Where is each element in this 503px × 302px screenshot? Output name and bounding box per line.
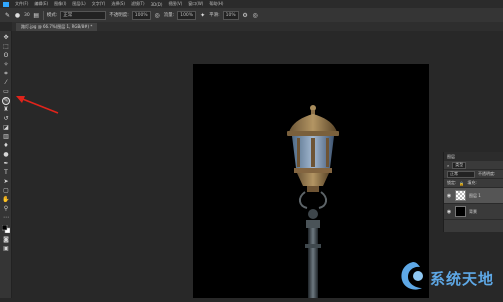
lasso-tool-icon[interactable]: ʘ	[2, 52, 10, 60]
layer-opacity-label: 不透明度:	[478, 171, 496, 176]
menu-layer[interactable]: 图层(L)	[69, 1, 88, 7]
more-tools-icon[interactable]: ⋯	[2, 214, 10, 222]
watermark: 系统天地	[396, 258, 503, 298]
layer-name: 背景	[469, 208, 477, 214]
brush-preset-icon[interactable]: ●	[14, 12, 21, 19]
street-lamp-image	[287, 105, 339, 298]
divider	[42, 10, 44, 20]
layers-panel: 图层 ⌕ 类型 正常 不透明度: 锁定: 🔒 填充: ◉ 图层 1 ◉ 背景	[443, 152, 503, 232]
tools-panel: ✥ ⬚ ʘ ✧ ⌗ ⁄ ▭ ✎ ♜ ↺ ◪ ▥ ♦ ● ✒ T ➤ ▢ ✋ ⚲ …	[0, 31, 12, 298]
smoothing-label: 平滑:	[209, 13, 220, 18]
eye-icon[interactable]: ◉	[446, 193, 452, 199]
brush-tool-icon[interactable]: ✎	[2, 97, 10, 105]
document-tab-bar: 路灯.jpg @ 66.7%(图层 1, RGB/8#) *	[12, 22, 503, 31]
layer-name: 图层 1	[469, 192, 481, 198]
document-tab-title: 路灯.jpg @ 66.7%(图层 1, RGB/8#) *	[21, 24, 93, 29]
lock-icon[interactable]: 🔒	[459, 181, 464, 186]
layer-kind-select[interactable]: 类型	[452, 161, 467, 169]
quick-mask-icon[interactable]: ◙	[2, 236, 10, 244]
eye-icon[interactable]: ◉	[446, 209, 452, 215]
mode-label: 模式:	[46, 13, 58, 18]
screen-mode-icon[interactable]: ▣	[2, 245, 10, 253]
watermark-logo-icon	[401, 262, 423, 290]
fill-label: 填充:	[467, 180, 477, 185]
menu-file[interactable]: 文件(F)	[12, 1, 31, 7]
gradient-tool-icon[interactable]: ▥	[2, 133, 10, 141]
menu-filter[interactable]: 滤镜(T)	[128, 1, 148, 7]
layer-item[interactable]: ◉ 背景	[444, 204, 503, 220]
search-icon: ⌕	[447, 162, 450, 168]
menu-3d[interactable]: 3D(D)	[148, 2, 166, 7]
type-tool-icon[interactable]: T	[2, 169, 10, 177]
eyedropper-tool-icon[interactable]: ⁄	[2, 79, 10, 87]
eraser-tool-icon[interactable]: ◪	[2, 124, 10, 132]
brush-panel-icon[interactable]: ▤	[33, 12, 40, 19]
hand-tool-icon[interactable]: ✋	[2, 196, 10, 204]
airbrush-icon[interactable]: ✦	[199, 12, 206, 19]
blur-tool-icon[interactable]: ♦	[2, 142, 10, 150]
flow-label: 流量:	[163, 13, 175, 18]
flow-field[interactable]: 100%	[177, 10, 197, 20]
options-bar: ✎ ● 30 ▤ 模式: 正常 不透明度: 100% ◎ 流量: 100% ✦ …	[0, 8, 503, 22]
menu-edit[interactable]: 编辑(E)	[31, 1, 51, 7]
zoom-tool-icon[interactable]: ⚲	[2, 205, 10, 213]
menu-type[interactable]: 文字(Y)	[89, 1, 109, 7]
menu-image[interactable]: 图像(I)	[51, 1, 69, 7]
photoshop-logo-icon	[0, 0, 12, 8]
layer-thumbnail	[455, 206, 466, 217]
pen-tool-icon[interactable]: ✒	[2, 160, 10, 168]
history-brush-tool-icon[interactable]: ↺	[2, 115, 10, 123]
color-swatches-icon[interactable]	[2, 225, 10, 233]
watermark-text: 系统天地	[430, 270, 495, 288]
gear-icon[interactable]: ⚙	[242, 12, 249, 19]
menu-select[interactable]: 选择(S)	[108, 1, 128, 7]
layers-panel-title: 图层	[447, 153, 455, 159]
quick-select-tool-icon[interactable]: ✧	[2, 61, 10, 69]
marquee-tool-icon[interactable]: ⬚	[2, 43, 10, 51]
pressure-size-icon[interactable]: ◎	[252, 12, 259, 19]
annotation-arrow-icon	[16, 96, 59, 114]
mode-select[interactable]: 正常	[60, 10, 107, 20]
brush-size-value: 30	[24, 12, 30, 18]
stamp-tool-icon[interactable]: ♜	[2, 106, 10, 114]
menu-help[interactable]: 帮助(H)	[206, 1, 226, 7]
path-select-tool-icon[interactable]: ➤	[2, 178, 10, 186]
menu-view[interactable]: 视图(V)	[165, 1, 185, 7]
brush-tool-icon[interactable]: ✎	[4, 12, 11, 19]
move-tool-icon[interactable]: ✥	[2, 34, 10, 42]
layers-panel-header: 图层	[444, 152, 503, 161]
opacity-label: 不透明度:	[109, 13, 129, 18]
crop-tool-icon[interactable]: ⌗	[2, 70, 10, 78]
menu-window[interactable]: 窗口(W)	[185, 1, 206, 7]
layer-filter-row: ⌕ 类型	[444, 161, 503, 170]
blend-row: 正常 不透明度:	[444, 170, 503, 179]
menu-bar: 文件(F) 编辑(E) 图像(I) 图层(L) 文字(Y) 选择(S) 滤镜(T…	[0, 0, 503, 8]
pressure-opacity-icon[interactable]: ◎	[154, 12, 161, 19]
frame-tool-icon[interactable]: ▭	[2, 88, 10, 96]
shape-tool-icon[interactable]: ▢	[2, 187, 10, 195]
dodge-tool-icon[interactable]: ●	[2, 151, 10, 159]
layer-item[interactable]: ◉ 图层 1	[444, 188, 503, 204]
layer-thumbnail	[455, 190, 466, 201]
opacity-field[interactable]: 100%	[131, 10, 151, 20]
lock-row: 锁定: 🔒 填充:	[444, 179, 503, 188]
blend-mode-select[interactable]: 正常	[447, 170, 475, 178]
smoothing-field[interactable]: 10%	[222, 10, 239, 20]
document-tab[interactable]: 路灯.jpg @ 66.7%(图层 1, RGB/8#) *	[16, 23, 98, 31]
document-canvas[interactable]	[193, 64, 429, 298]
lock-label: 锁定:	[447, 180, 457, 185]
